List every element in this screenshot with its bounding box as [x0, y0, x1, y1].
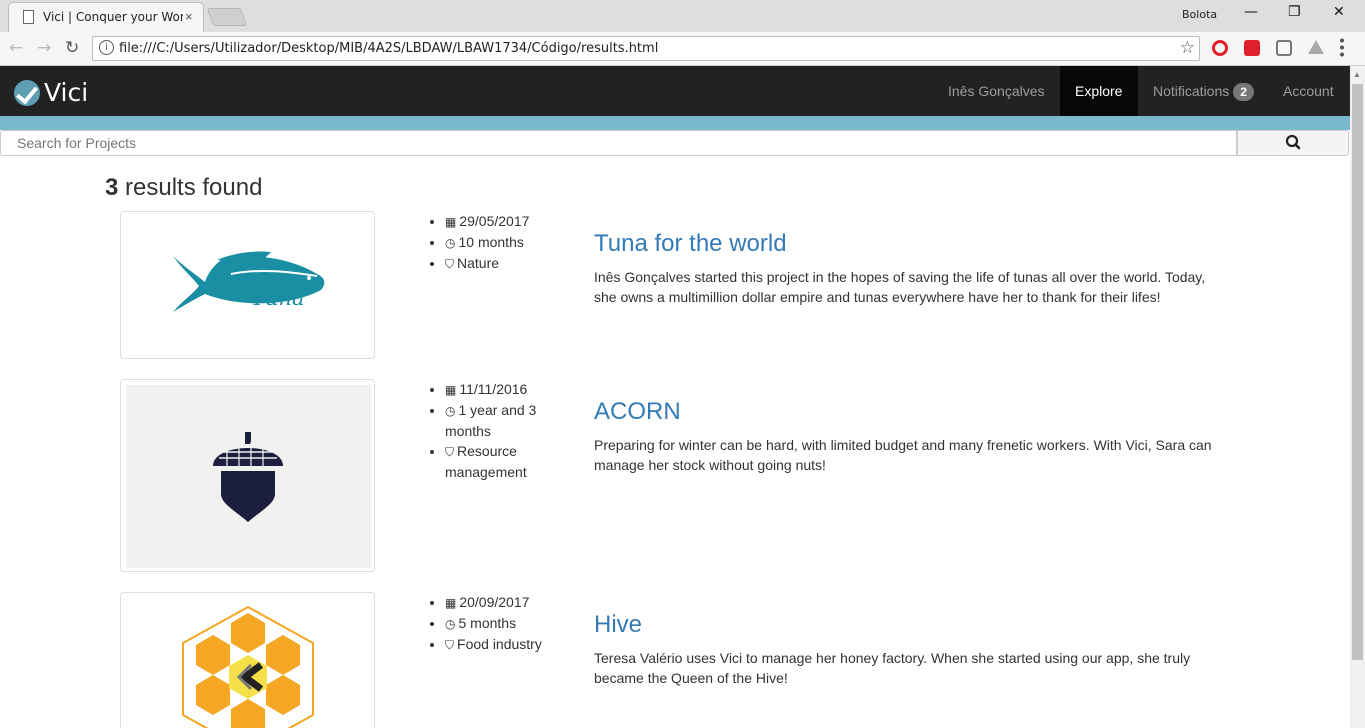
project-description: Inês Gonçalves started this project in t… [594, 269, 1206, 305]
page-content: Vici Inês Gonçalves Explore Notification… [0, 66, 1350, 728]
vici-check-icon [14, 79, 40, 106]
forward-icon[interactable]: → [37, 38, 51, 58]
results-label: results found [125, 174, 263, 201]
meta-duration-value: 5 months [458, 615, 517, 631]
browser-toolbar: ← → ↻ i file:///C:/Users/Utilizador/Desk… [0, 32, 1365, 66]
scroll-up-icon[interactable]: ▲ [1353, 70, 1361, 79]
project-title-link[interactable]: Tuna for the world [594, 230, 787, 258]
project-meta: ▦11/11/2016 ◷1 year and 3 months ⛉Resour… [427, 379, 562, 482]
new-tab-button[interactable] [206, 8, 248, 26]
brand[interactable]: Vici [14, 78, 88, 107]
menu-icon[interactable] [1340, 37, 1344, 59]
hive-logo-image [182, 605, 314, 728]
tags-icon: ⛉ [445, 638, 455, 652]
tab-title: Vici | Conquer your World [43, 10, 183, 24]
drive-icon[interactable] [1308, 40, 1324, 54]
meta-date-value: 11/11/2016 [459, 381, 528, 397]
results-number: 3 [105, 174, 119, 201]
project-title-link[interactable]: ACORN [594, 398, 681, 426]
meta-tag-value: Nature [457, 255, 500, 271]
scrollbar-thumb[interactable] [1352, 84, 1363, 660]
meta-duration-value: 10 months [458, 234, 524, 250]
minimize-icon[interactable]: — [1244, 4, 1258, 20]
meta-tag: ⛉Resource management [445, 441, 562, 482]
calendar-icon: ▦ [445, 215, 457, 229]
star-icon[interactable]: ☆ [1180, 38, 1195, 58]
project-description: Teresa Valério uses Vici to manage her h… [594, 650, 1191, 686]
browser-tab-strip: Vici | Conquer your World × Bolota — ❐ ✕ [0, 0, 1365, 32]
acorn-logo-image [126, 385, 371, 568]
meta-duration: ◷10 months [445, 232, 562, 253]
window-close-icon[interactable]: ✕ [1333, 4, 1345, 20]
meta-duration: ◷5 months [445, 613, 562, 634]
tags-icon: ⛉ [445, 445, 455, 459]
document-icon [23, 10, 34, 24]
nav-account[interactable]: Account [1268, 66, 1349, 116]
brand-name: Vici [44, 78, 89, 107]
results-count: 3 results found [105, 174, 262, 202]
restore-icon[interactable]: ❐ [1288, 4, 1301, 20]
meta-tag: ⛉Nature [445, 253, 562, 274]
meta-duration-value: 1 year and 3 months [445, 402, 537, 439]
reload-icon[interactable]: ↻ [65, 38, 79, 58]
nav-user[interactable]: Inês Gonçalves [933, 66, 1060, 116]
project-meta: ▦29/05/2017 ◷10 months ⛉Nature [427, 211, 562, 274]
project-title-link[interactable]: Hive [594, 611, 642, 639]
project-description: Preparing for winter can be hard, with l… [594, 437, 1212, 473]
project-image-card[interactable]: Tuna [120, 211, 375, 359]
project-image-card[interactable] [120, 592, 375, 728]
ext-red-icon[interactable] [1244, 40, 1260, 56]
site-navbar: Vici Inês Gonçalves Explore Notification… [0, 66, 1350, 116]
info-icon[interactable]: i [99, 40, 114, 55]
meta-date-value: 20/09/2017 [459, 594, 530, 610]
profile-name[interactable]: Bolota [1182, 8, 1217, 21]
calendar-icon: ▦ [445, 383, 457, 397]
tuna-logo-image: Tuna [173, 251, 325, 312]
search-input[interactable]: Search for Projects [0, 130, 1237, 156]
page-scrollbar[interactable]: ▲ [1350, 66, 1365, 728]
opera-icon[interactable] [1212, 40, 1228, 56]
project-image-card[interactable] [120, 379, 375, 572]
search-icon [1285, 134, 1301, 150]
tags-icon: ⛉ [445, 257, 455, 271]
tuna-logo-text: Tuna [251, 286, 305, 310]
clock-icon: ◷ [445, 617, 456, 631]
calendar-icon: ▦ [445, 596, 457, 610]
search-bar: Search for Projects [0, 130, 1350, 156]
meta-date: ▦11/11/2016 [445, 379, 562, 400]
meta-tag-value: Food industry [457, 636, 542, 652]
tab-close-icon[interactable]: × [185, 9, 193, 24]
search-button[interactable] [1237, 130, 1349, 156]
clock-icon: ◷ [445, 404, 456, 418]
project-meta: ▦20/09/2017 ◷5 months ⛉Food industry [427, 592, 562, 655]
meta-tag-value: Resource management [445, 443, 527, 480]
back-icon[interactable]: ← [9, 38, 23, 58]
nav-explore[interactable]: Explore [1060, 66, 1138, 116]
url-text[interactable]: file:///C:/Users/Utilizador/Desktop/MIB/… [119, 41, 658, 56]
meta-tag: ⛉Food industry [445, 634, 562, 655]
nav-notifications[interactable]: Notifications 2 [1138, 66, 1269, 116]
meta-date: ▦29/05/2017 [445, 211, 562, 232]
header-band [0, 116, 1350, 130]
nav-notifications-label: Notifications [1153, 83, 1230, 99]
ext-mail-icon[interactable] [1276, 40, 1292, 56]
browser-tab[interactable]: Vici | Conquer your World × [8, 2, 204, 32]
clock-icon: ◷ [445, 236, 456, 250]
meta-date-value: 29/05/2017 [459, 213, 530, 229]
address-bar[interactable]: i file:///C:/Users/Utilizador/Desktop/MI… [92, 36, 1200, 61]
notifications-badge: 2 [1233, 83, 1254, 101]
meta-duration: ◷1 year and 3 months [445, 400, 562, 441]
meta-date: ▦20/09/2017 [445, 592, 562, 613]
